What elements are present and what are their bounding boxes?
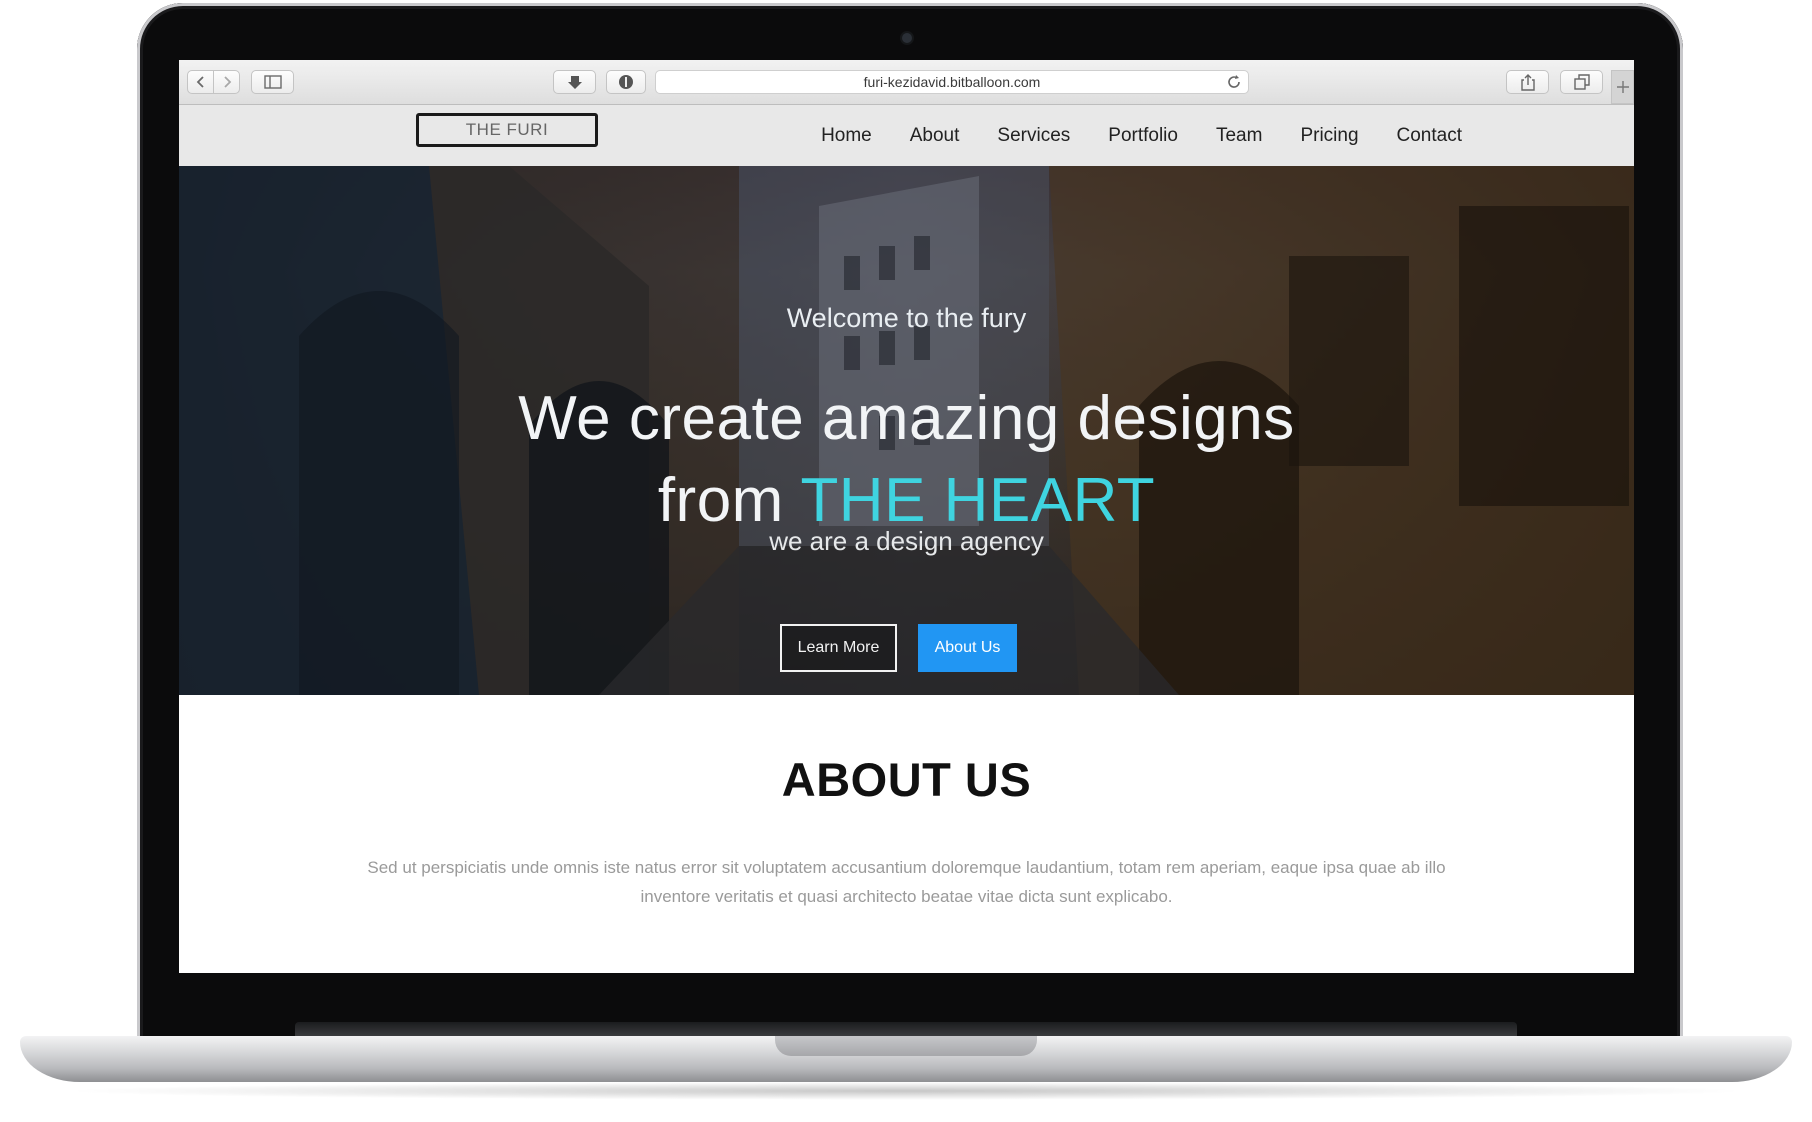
hero-headline-prefix: from (657, 466, 801, 535)
chevron-right-icon (223, 76, 231, 88)
url-text: furi-kezidavid.bitballoon.com (863, 74, 1041, 90)
about-us-button[interactable]: About Us (918, 624, 1017, 672)
share-icon (1520, 74, 1535, 91)
hero-headline-line1: We create amazing designs (518, 384, 1295, 453)
browser-toolbar: furi-kezidavid.bitballoon.com (179, 60, 1634, 105)
new-tab-button[interactable] (1611, 70, 1634, 104)
nav-link-team[interactable]: Team (1216, 125, 1262, 147)
download-button[interactable] (553, 70, 596, 94)
back-button[interactable] (187, 70, 214, 94)
about-section-title: ABOUT US (781, 753, 1032, 806)
nav-link-contact[interactable]: Contact (1397, 125, 1462, 147)
camera-icon (902, 33, 912, 43)
sidebar-button[interactable] (251, 70, 294, 94)
shield-icon (619, 75, 633, 89)
privacy-button[interactable] (606, 70, 646, 94)
tabs-icon (1573, 74, 1590, 90)
nav-link-about[interactable]: About (910, 125, 960, 147)
laptop-shadow (60, 1082, 1752, 1100)
plus-icon (1616, 81, 1629, 93)
sidebar-icon (263, 75, 282, 89)
chevron-left-icon (196, 76, 204, 88)
hero-section: Welcome to the fury We create amazing de… (179, 166, 1634, 695)
hero-welcome-text: Welcome to the fury (786, 303, 1027, 333)
hero-tagline: we are a design agency (769, 526, 1044, 556)
share-button[interactable] (1506, 70, 1549, 94)
laptop-notch (775, 1036, 1037, 1056)
hero-headline-accent: THE HEART (800, 466, 1156, 535)
hero-headline: We create amazing designs from THE HEART (179, 378, 1634, 542)
about-section-text: Sed ut perspiciatis unde omnis iste natu… (367, 858, 1446, 906)
learn-more-button[interactable]: Learn More (780, 624, 897, 672)
brand-logo[interactable]: THE FURI (416, 113, 598, 147)
nav-link-pricing[interactable]: Pricing (1300, 125, 1358, 147)
nav-links: Home About Services Portfolio Team Prici… (783, 105, 1462, 166)
download-icon (567, 76, 582, 89)
hero-content: Welcome to the fury We create amazing de… (179, 166, 1634, 695)
address-bar[interactable]: furi-kezidavid.bitballoon.com (655, 70, 1249, 94)
reload-icon[interactable] (1226, 74, 1242, 90)
tabs-button[interactable] (1560, 70, 1603, 94)
nav-link-services[interactable]: Services (997, 125, 1070, 147)
laptop-hinge (295, 1022, 1517, 1036)
site-navbar: THE FURI Home About Services Portfolio T… (179, 105, 1634, 166)
forward-button[interactable] (213, 70, 240, 94)
nav-link-portfolio[interactable]: Portfolio (1108, 125, 1178, 147)
browser-window: furi-kezidavid.bitballoon.com THE FURI H… (179, 60, 1634, 973)
nav-link-home[interactable]: Home (821, 125, 872, 147)
